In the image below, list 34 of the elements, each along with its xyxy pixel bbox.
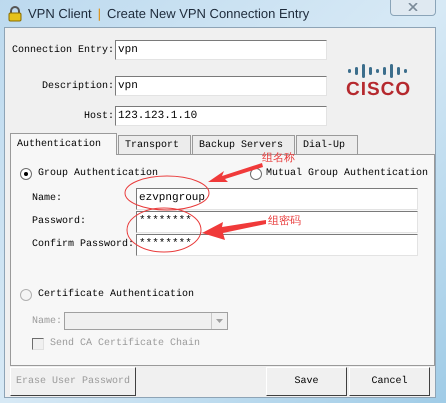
logo-text: CISCO	[346, 80, 412, 100]
field-label: Password:	[31, 214, 88, 229]
title-separator: |	[98, 4, 101, 23]
field-label: Name:	[32, 314, 62, 328]
field-label: Host:	[82, 110, 115, 124]
text-field[interactable]: vpn	[115, 40, 327, 60]
tab[interactable]: Authentication	[10, 133, 117, 155]
checkbox-label: Send CA Certificate Chain	[50, 336, 200, 351]
radio-button[interactable]	[20, 168, 32, 180]
text-field[interactable]: vpn	[115, 76, 327, 96]
field-label: Connection Entry:	[10, 44, 115, 58]
annotation-arrow	[208, 163, 263, 182]
button[interactable]: Cancel	[349, 367, 430, 396]
radio-label: Certificate Authentication	[38, 288, 194, 302]
window-title: Create New VPN Connection Entry	[106, 4, 310, 23]
text-field[interactable]: 123.123.1.10	[115, 106, 327, 126]
field-label: Description:	[40, 80, 115, 94]
app-name: VPN Client	[28, 4, 92, 23]
annotation-label: 组名称	[262, 152, 295, 164]
caret-icon	[216, 319, 224, 323]
padlock-icon	[8, 6, 22, 22]
text-field[interactable]: ********	[136, 234, 418, 256]
annotation-arrow	[202, 220, 266, 240]
annotation-label: 组密码	[268, 215, 301, 227]
field-label: Name:	[31, 192, 64, 206]
text-field[interactable]: ezvpngroup	[136, 188, 418, 210]
radio-label: Mutual Group Authentication	[266, 166, 428, 181]
tab[interactable]: Dial-Up	[296, 135, 358, 154]
close-button[interactable]	[390, 0, 436, 16]
button[interactable]: Save	[266, 367, 347, 396]
close-icon	[408, 3, 418, 11]
tab[interactable]: Transport	[118, 135, 191, 154]
field-label: Confirm Password:	[31, 238, 136, 252]
radio-label: Group Authentication	[38, 166, 158, 181]
